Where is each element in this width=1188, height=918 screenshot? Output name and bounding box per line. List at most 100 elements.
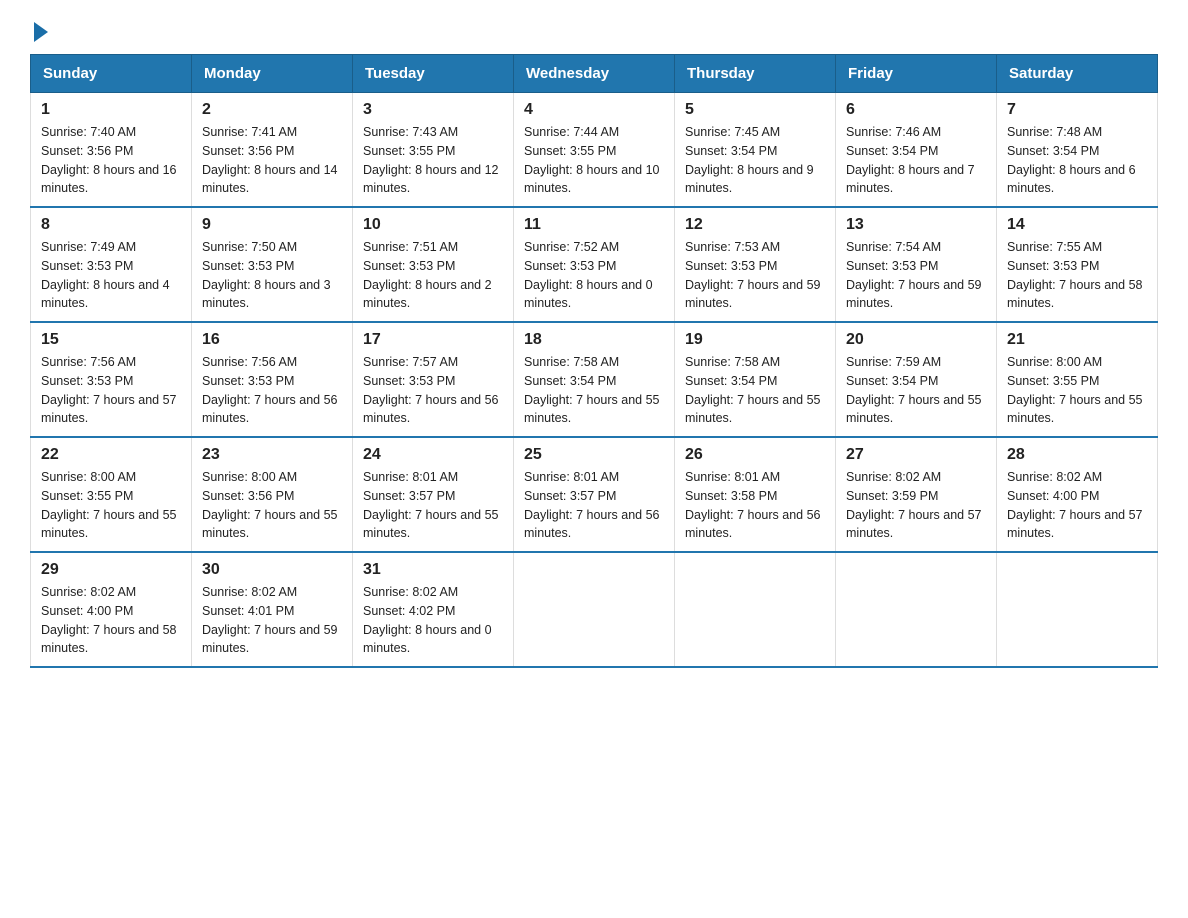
day-info: Sunrise: 7:45 AMSunset: 3:54 PMDaylight:… <box>685 125 814 195</box>
calendar-cell: 8 Sunrise: 7:49 AMSunset: 3:53 PMDayligh… <box>31 207 192 322</box>
calendar-cell: 6 Sunrise: 7:46 AMSunset: 3:54 PMDayligh… <box>836 93 997 208</box>
day-info: Sunrise: 8:00 AMSunset: 3:56 PMDaylight:… <box>202 470 338 540</box>
calendar-week-row: 8 Sunrise: 7:49 AMSunset: 3:53 PMDayligh… <box>31 207 1158 322</box>
day-number: 13 <box>846 216 986 234</box>
calendar-cell: 25 Sunrise: 8:01 AMSunset: 3:57 PMDaylig… <box>514 437 675 552</box>
day-number: 6 <box>846 101 986 119</box>
day-number: 5 <box>685 101 825 119</box>
day-info: Sunrise: 7:56 AMSunset: 3:53 PMDaylight:… <box>41 355 177 425</box>
day-number: 28 <box>1007 446 1147 464</box>
day-number: 11 <box>524 216 664 234</box>
day-number: 12 <box>685 216 825 234</box>
day-number: 29 <box>41 561 181 579</box>
day-number: 24 <box>363 446 503 464</box>
day-info: Sunrise: 7:58 AMSunset: 3:54 PMDaylight:… <box>685 355 821 425</box>
day-info: Sunrise: 8:02 AMSunset: 4:00 PMDaylight:… <box>1007 470 1143 540</box>
day-number: 20 <box>846 331 986 349</box>
calendar-cell: 20 Sunrise: 7:59 AMSunset: 3:54 PMDaylig… <box>836 322 997 437</box>
day-info: Sunrise: 7:57 AMSunset: 3:53 PMDaylight:… <box>363 355 499 425</box>
day-info: Sunrise: 7:41 AMSunset: 3:56 PMDaylight:… <box>202 125 338 195</box>
calendar-cell: 9 Sunrise: 7:50 AMSunset: 3:53 PMDayligh… <box>192 207 353 322</box>
calendar-cell: 21 Sunrise: 8:00 AMSunset: 3:55 PMDaylig… <box>997 322 1158 437</box>
logo-arrow-icon <box>34 22 48 42</box>
day-info: Sunrise: 8:00 AMSunset: 3:55 PMDaylight:… <box>1007 355 1143 425</box>
calendar-cell: 5 Sunrise: 7:45 AMSunset: 3:54 PMDayligh… <box>675 93 836 208</box>
day-info: Sunrise: 7:58 AMSunset: 3:54 PMDaylight:… <box>524 355 660 425</box>
day-number: 23 <box>202 446 342 464</box>
calendar-cell: 28 Sunrise: 8:02 AMSunset: 4:00 PMDaylig… <box>997 437 1158 552</box>
calendar-cell: 18 Sunrise: 7:58 AMSunset: 3:54 PMDaylig… <box>514 322 675 437</box>
weekday-header-monday: Monday <box>192 55 353 93</box>
day-info: Sunrise: 7:54 AMSunset: 3:53 PMDaylight:… <box>846 240 982 310</box>
calendar-cell: 31 Sunrise: 8:02 AMSunset: 4:02 PMDaylig… <box>353 552 514 667</box>
day-info: Sunrise: 8:02 AMSunset: 4:01 PMDaylight:… <box>202 585 338 655</box>
calendar-cell: 27 Sunrise: 8:02 AMSunset: 3:59 PMDaylig… <box>836 437 997 552</box>
day-info: Sunrise: 8:02 AMSunset: 3:59 PMDaylight:… <box>846 470 982 540</box>
weekday-header-thursday: Thursday <box>675 55 836 93</box>
day-info: Sunrise: 7:51 AMSunset: 3:53 PMDaylight:… <box>363 240 492 310</box>
day-info: Sunrise: 7:53 AMSunset: 3:53 PMDaylight:… <box>685 240 821 310</box>
day-number: 14 <box>1007 216 1147 234</box>
calendar-cell: 30 Sunrise: 8:02 AMSunset: 4:01 PMDaylig… <box>192 552 353 667</box>
day-number: 27 <box>846 446 986 464</box>
calendar-cell: 29 Sunrise: 8:02 AMSunset: 4:00 PMDaylig… <box>31 552 192 667</box>
day-number: 9 <box>202 216 342 234</box>
weekday-header-row: SundayMondayTuesdayWednesdayThursdayFrid… <box>31 55 1158 93</box>
day-number: 2 <box>202 101 342 119</box>
logo <box>30 20 48 38</box>
day-number: 25 <box>524 446 664 464</box>
day-info: Sunrise: 8:02 AMSunset: 4:02 PMDaylight:… <box>363 585 492 655</box>
weekday-header-tuesday: Tuesday <box>353 55 514 93</box>
calendar-week-row: 1 Sunrise: 7:40 AMSunset: 3:56 PMDayligh… <box>31 93 1158 208</box>
day-number: 31 <box>363 561 503 579</box>
calendar-cell <box>836 552 997 667</box>
weekday-header-friday: Friday <box>836 55 997 93</box>
calendar-cell: 2 Sunrise: 7:41 AMSunset: 3:56 PMDayligh… <box>192 93 353 208</box>
page-header <box>30 20 1158 38</box>
day-info: Sunrise: 7:40 AMSunset: 3:56 PMDaylight:… <box>41 125 177 195</box>
day-info: Sunrise: 7:43 AMSunset: 3:55 PMDaylight:… <box>363 125 499 195</box>
day-info: Sunrise: 7:55 AMSunset: 3:53 PMDaylight:… <box>1007 240 1143 310</box>
day-number: 17 <box>363 331 503 349</box>
day-info: Sunrise: 8:01 AMSunset: 3:57 PMDaylight:… <box>524 470 660 540</box>
calendar-cell: 13 Sunrise: 7:54 AMSunset: 3:53 PMDaylig… <box>836 207 997 322</box>
day-info: Sunrise: 7:56 AMSunset: 3:53 PMDaylight:… <box>202 355 338 425</box>
day-number: 21 <box>1007 331 1147 349</box>
calendar-cell <box>675 552 836 667</box>
day-number: 18 <box>524 331 664 349</box>
weekday-header-wednesday: Wednesday <box>514 55 675 93</box>
calendar-cell: 14 Sunrise: 7:55 AMSunset: 3:53 PMDaylig… <box>997 207 1158 322</box>
day-number: 15 <box>41 331 181 349</box>
day-info: Sunrise: 7:50 AMSunset: 3:53 PMDaylight:… <box>202 240 331 310</box>
day-number: 30 <box>202 561 342 579</box>
calendar-cell: 7 Sunrise: 7:48 AMSunset: 3:54 PMDayligh… <box>997 93 1158 208</box>
day-number: 16 <box>202 331 342 349</box>
day-info: Sunrise: 8:02 AMSunset: 4:00 PMDaylight:… <box>41 585 177 655</box>
calendar-cell <box>997 552 1158 667</box>
calendar-cell: 4 Sunrise: 7:44 AMSunset: 3:55 PMDayligh… <box>514 93 675 208</box>
calendar-table: SundayMondayTuesdayWednesdayThursdayFrid… <box>30 54 1158 668</box>
calendar-cell: 15 Sunrise: 7:56 AMSunset: 3:53 PMDaylig… <box>31 322 192 437</box>
day-number: 8 <box>41 216 181 234</box>
calendar-cell: 12 Sunrise: 7:53 AMSunset: 3:53 PMDaylig… <box>675 207 836 322</box>
day-info: Sunrise: 8:01 AMSunset: 3:58 PMDaylight:… <box>685 470 821 540</box>
day-number: 19 <box>685 331 825 349</box>
calendar-cell: 24 Sunrise: 8:01 AMSunset: 3:57 PMDaylig… <box>353 437 514 552</box>
day-info: Sunrise: 7:46 AMSunset: 3:54 PMDaylight:… <box>846 125 975 195</box>
calendar-cell: 23 Sunrise: 8:00 AMSunset: 3:56 PMDaylig… <box>192 437 353 552</box>
calendar-cell: 16 Sunrise: 7:56 AMSunset: 3:53 PMDaylig… <box>192 322 353 437</box>
calendar-cell: 11 Sunrise: 7:52 AMSunset: 3:53 PMDaylig… <box>514 207 675 322</box>
day-number: 4 <box>524 101 664 119</box>
logo-top <box>30 20 48 42</box>
day-number: 26 <box>685 446 825 464</box>
day-info: Sunrise: 7:48 AMSunset: 3:54 PMDaylight:… <box>1007 125 1136 195</box>
calendar-cell: 19 Sunrise: 7:58 AMSunset: 3:54 PMDaylig… <box>675 322 836 437</box>
day-info: Sunrise: 7:52 AMSunset: 3:53 PMDaylight:… <box>524 240 653 310</box>
day-number: 1 <box>41 101 181 119</box>
calendar-week-row: 15 Sunrise: 7:56 AMSunset: 3:53 PMDaylig… <box>31 322 1158 437</box>
calendar-cell: 3 Sunrise: 7:43 AMSunset: 3:55 PMDayligh… <box>353 93 514 208</box>
calendar-cell: 17 Sunrise: 7:57 AMSunset: 3:53 PMDaylig… <box>353 322 514 437</box>
day-info: Sunrise: 8:01 AMSunset: 3:57 PMDaylight:… <box>363 470 499 540</box>
day-info: Sunrise: 7:44 AMSunset: 3:55 PMDaylight:… <box>524 125 660 195</box>
day-info: Sunrise: 8:00 AMSunset: 3:55 PMDaylight:… <box>41 470 177 540</box>
